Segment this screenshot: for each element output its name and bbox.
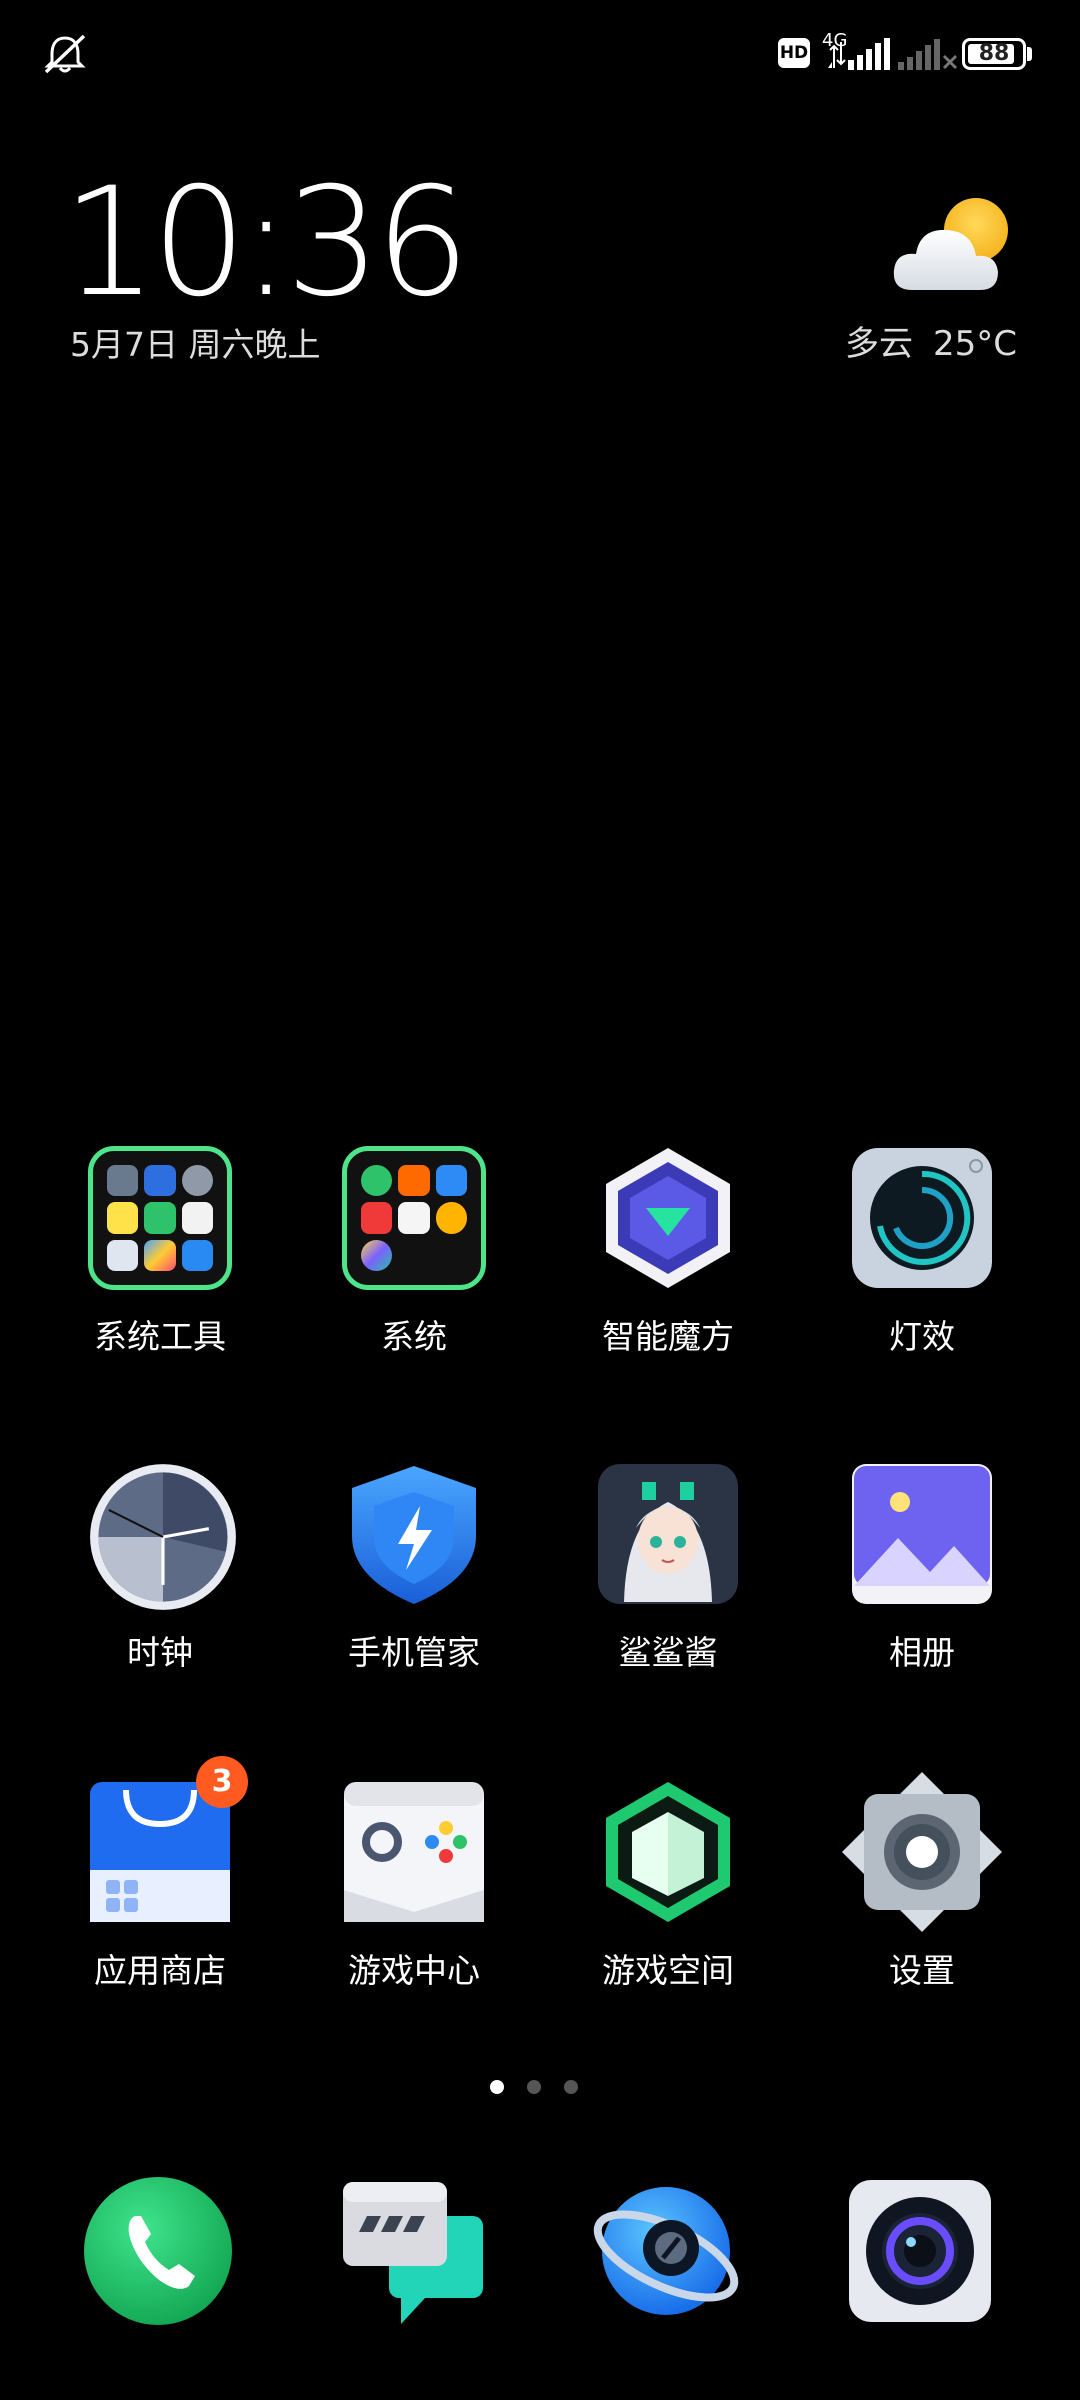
- weather-condition: 多云: [845, 324, 913, 364]
- game-center-icon: [342, 1780, 486, 1924]
- notification-badge: 3: [196, 1756, 248, 1808]
- app-phone-manager[interactable]: 手机管家: [287, 1462, 541, 1674]
- battery-icon: 88: [962, 38, 1026, 70]
- app-label: 游戏中心: [348, 1951, 480, 1990]
- app-settings[interactable]: 设置: [795, 1772, 1049, 1992]
- game-space-icon: [596, 1780, 740, 1924]
- dock-camera[interactable]: [793, 2176, 1047, 2326]
- app-label: 手机管家: [348, 1633, 480, 1672]
- anime-girl-icon: [596, 1462, 740, 1606]
- cloud-sun-icon[interactable]: [892, 196, 1018, 298]
- page-dot-1[interactable]: [490, 2080, 504, 2094]
- app-label: 系统: [381, 1317, 447, 1356]
- battery-percent: 88: [978, 41, 1010, 66]
- app-smart-cube[interactable]: 智能魔方: [541, 1146, 795, 1358]
- smart-cube-icon: [596, 1146, 740, 1290]
- messages-icon: [337, 2176, 487, 2326]
- app-system-folder[interactable]: 系统: [287, 1146, 541, 1358]
- app-system-tools-folder[interactable]: 系统工具: [33, 1146, 287, 1358]
- folder-system-tools-icon: [88, 1146, 232, 1290]
- app-label: 设置: [889, 1951, 955, 1990]
- light-effect-icon: [850, 1146, 994, 1290]
- app-label: 鲨鲨酱: [618, 1633, 718, 1672]
- app-label: 游戏空间: [602, 1951, 734, 1990]
- folder-system-icon: [342, 1146, 486, 1290]
- status-bar: HD 4G 88: [0, 0, 1080, 110]
- app-game-center[interactable]: 游戏中心: [287, 1780, 541, 1992]
- phone-manager-icon: [342, 1462, 486, 1606]
- camera-icon: [845, 2176, 995, 2326]
- weather-temperature: 25°C: [933, 324, 1018, 364]
- dock-browser[interactable]: [539, 2176, 793, 2326]
- app-game-space[interactable]: 游戏空间: [541, 1780, 795, 1992]
- signal-icon: [828, 38, 890, 70]
- page-dot-3[interactable]: [564, 2080, 578, 2094]
- gallery-icon: [850, 1462, 994, 1606]
- weather-text: 多云 25°C: [845, 316, 1017, 365]
- app-light-effect[interactable]: 灯效: [795, 1146, 1049, 1358]
- dock-messages[interactable]: [285, 2176, 539, 2326]
- app-label: 灯效: [889, 1317, 955, 1356]
- phone-icon: [83, 2176, 233, 2326]
- mute-bell-icon: [44, 34, 86, 74]
- clock-icon: [88, 1462, 236, 1610]
- app-label: 应用商店: [94, 1951, 226, 1990]
- settings-icon: [842, 1772, 1002, 1932]
- app-app-store[interactable]: 3 应用商店: [33, 1756, 287, 1992]
- page-dot-2[interactable]: [527, 2080, 541, 2094]
- app-shark-girl[interactable]: 鲨鲨酱: [541, 1462, 795, 1674]
- app-label: 智能魔方: [602, 1317, 734, 1356]
- page-indicator[interactable]: [490, 2080, 590, 2100]
- hd-badge: HD: [778, 38, 810, 68]
- app-label: 系统工具: [94, 1317, 226, 1356]
- battery-tip: [1027, 47, 1032, 61]
- app-clock[interactable]: 时钟: [33, 1462, 287, 1674]
- signal-no-service-icon: [898, 39, 958, 70]
- app-gallery[interactable]: 相册: [795, 1462, 1049, 1674]
- dock-phone[interactable]: [31, 2176, 285, 2326]
- app-label: 时钟: [127, 1633, 193, 1672]
- clock-date: 5月7日 周六晚上: [70, 325, 321, 364]
- clock-time[interactable]: 10:36: [62, 168, 470, 318]
- app-label: 相册: [889, 1633, 955, 1672]
- browser-icon: [591, 2176, 741, 2326]
- app-store-icon: 3: [88, 1756, 248, 1924]
